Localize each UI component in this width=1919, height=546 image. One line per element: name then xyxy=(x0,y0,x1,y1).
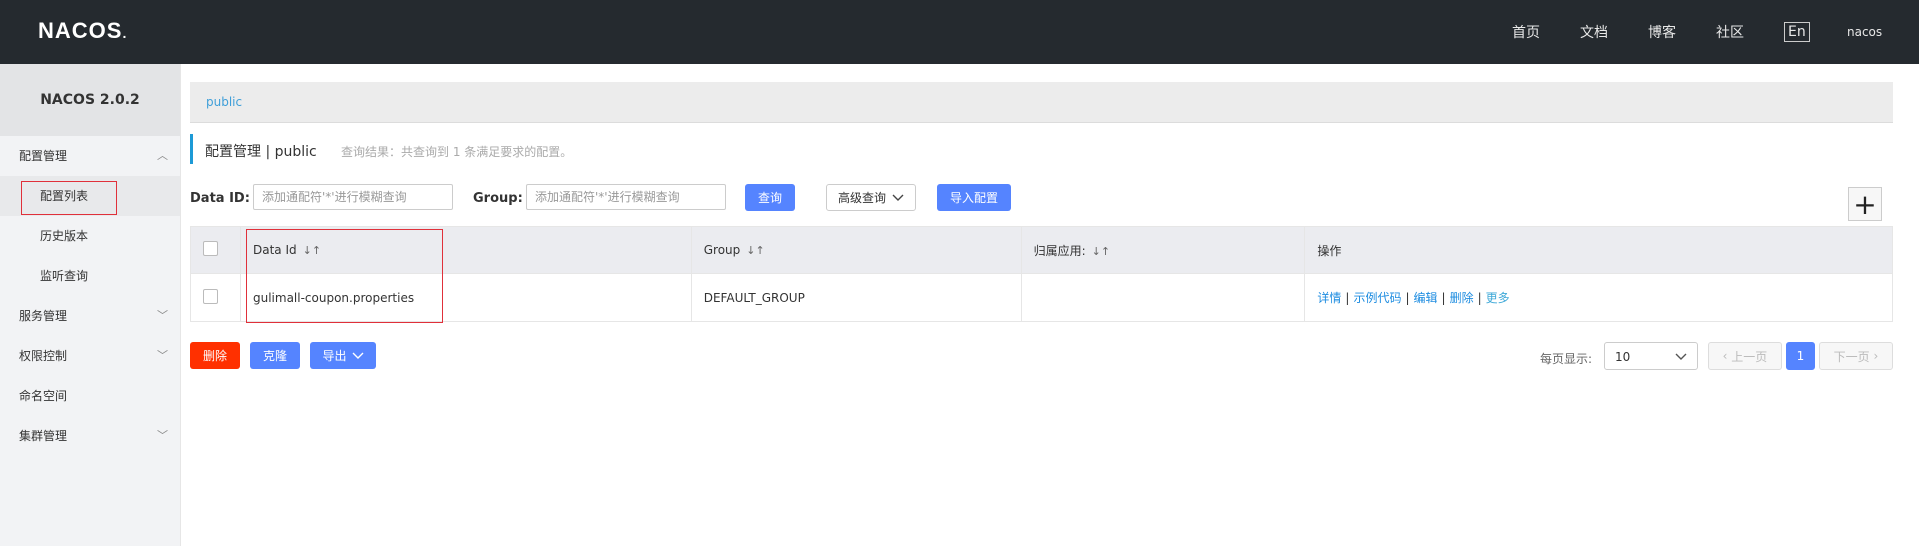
next-page-button[interactable]: 下一页 › xyxy=(1819,342,1893,370)
sort-icon[interactable]: ↓↑ xyxy=(1092,245,1110,258)
cell-app xyxy=(1020,273,1306,322)
sort-icon[interactable]: ↓↑ xyxy=(746,244,764,257)
sidebar-item-history[interactable]: 历史版本 xyxy=(0,216,180,256)
table-row: gulimall-coupon.properties DEFAULT_GROUP… xyxy=(190,273,1893,322)
cell-ops: 详情 | 示例代码 | 编辑 | 删除 | 更多 xyxy=(1304,273,1893,322)
column-header-ops: 操作 xyxy=(1304,226,1893,274)
sample-code-link[interactable]: 示例代码 xyxy=(1353,291,1401,305)
export-button[interactable]: 导出 xyxy=(310,342,376,369)
sidebar-item-namespace[interactable]: 命名空间 xyxy=(0,376,180,416)
sidebar: NACOS 2.0.2 配置管理 ︿ 配置列表 历史版本 监听查询 服务管理 ﹀ 权… xyxy=(0,64,181,546)
chevron-down-icon: ﹀ xyxy=(157,309,168,322)
chevron-down-icon: ﹀ xyxy=(157,429,168,442)
namespace-link[interactable]: public xyxy=(206,95,242,109)
chevron-right-icon: › xyxy=(1869,349,1879,363)
highlight-box-dataid xyxy=(246,229,443,323)
query-result-text: 查询结果：共查询到 1 条满足要求的配置。 xyxy=(341,145,573,159)
import-config-button[interactable]: 导入配置 xyxy=(937,184,1011,211)
page-title: 配置管理 | public xyxy=(205,144,317,160)
page-1-button[interactable]: 1 xyxy=(1786,342,1815,370)
per-page-select[interactable]: 10 xyxy=(1604,342,1698,370)
nav-community[interactable]: 社区 xyxy=(1716,22,1744,42)
chevron-up-icon: ︿ xyxy=(157,149,168,162)
add-config-button[interactable]: + xyxy=(1848,187,1882,221)
column-header-group[interactable]: Group ↓↑ xyxy=(690,226,1022,274)
group-label: Group: xyxy=(473,191,523,206)
sidebar-item-listener-query[interactable]: 监听查询 xyxy=(0,256,180,296)
user-name[interactable]: nacos xyxy=(1847,25,1882,39)
column-header-app[interactable]: 归属应用: ↓↑ xyxy=(1020,226,1306,274)
chevron-down-icon xyxy=(1675,353,1687,360)
query-button[interactable]: 查询 xyxy=(745,184,795,211)
config-table: Data Id ↓↑ Group ↓↑ 归属应用: ↓↑ 操作 gulimall-co… xyxy=(190,226,1893,322)
edit-link[interactable]: 编辑 xyxy=(1414,291,1438,305)
table-header-row: Data Id ↓↑ Group ↓↑ 归属应用: ↓↑ 操作 xyxy=(190,226,1893,274)
highlight-box-config-list xyxy=(21,181,117,215)
detail-link[interactable]: 详情 xyxy=(1317,291,1341,305)
cell-group: DEFAULT_GROUP xyxy=(690,273,1022,322)
advanced-query-button[interactable]: 高级查询 xyxy=(826,184,916,211)
nav-home[interactable]: 首页 xyxy=(1512,22,1540,42)
chevron-down-icon: ﹀ xyxy=(157,349,168,362)
chevron-left-icon: ‹ xyxy=(1722,349,1732,363)
group-input[interactable] xyxy=(526,184,726,210)
chevron-down-icon xyxy=(352,352,363,359)
select-all-checkbox[interactable] xyxy=(203,241,218,256)
more-link[interactable]: 更多 xyxy=(1486,291,1510,305)
sidebar-title: NACOS 2.0.2 xyxy=(0,64,180,136)
clone-button[interactable]: 克隆 xyxy=(250,342,300,369)
language-switch[interactable]: En xyxy=(1784,22,1810,42)
sidebar-item-config-management[interactable]: 配置管理 ︿ xyxy=(0,136,180,176)
bulk-delete-button[interactable]: 删除 xyxy=(190,342,240,369)
sidebar-item-service-management[interactable]: 服务管理 ﹀ xyxy=(0,296,180,336)
nav-docs[interactable]: 文档 xyxy=(1580,22,1608,42)
delete-link[interactable]: 删除 xyxy=(1450,291,1474,305)
dataid-input[interactable] xyxy=(253,184,453,210)
dataid-label: Data ID: xyxy=(190,191,250,206)
prev-page-button[interactable]: ‹ 上一页 xyxy=(1708,342,1782,370)
sidebar-item-access-control[interactable]: 权限控制 ﹀ xyxy=(0,336,180,376)
page-title-bar: 配置管理 | public 查询结果：共查询到 1 条满足要求的配置。 xyxy=(190,134,572,164)
top-navbar: NACOS. 首页 文档 博客 社区 En nacos xyxy=(0,0,1919,64)
plus-icon: + xyxy=(1853,187,1877,221)
row-checkbox[interactable] xyxy=(203,288,218,304)
chevron-down-icon xyxy=(892,194,904,201)
per-page-label: 每页显示: xyxy=(1540,352,1593,366)
nav-blog[interactable]: 博客 xyxy=(1648,22,1676,42)
sidebar-item-cluster-management[interactable]: 集群管理 ﹀ xyxy=(0,416,180,456)
namespace-breadcrumb: public xyxy=(190,82,1893,123)
